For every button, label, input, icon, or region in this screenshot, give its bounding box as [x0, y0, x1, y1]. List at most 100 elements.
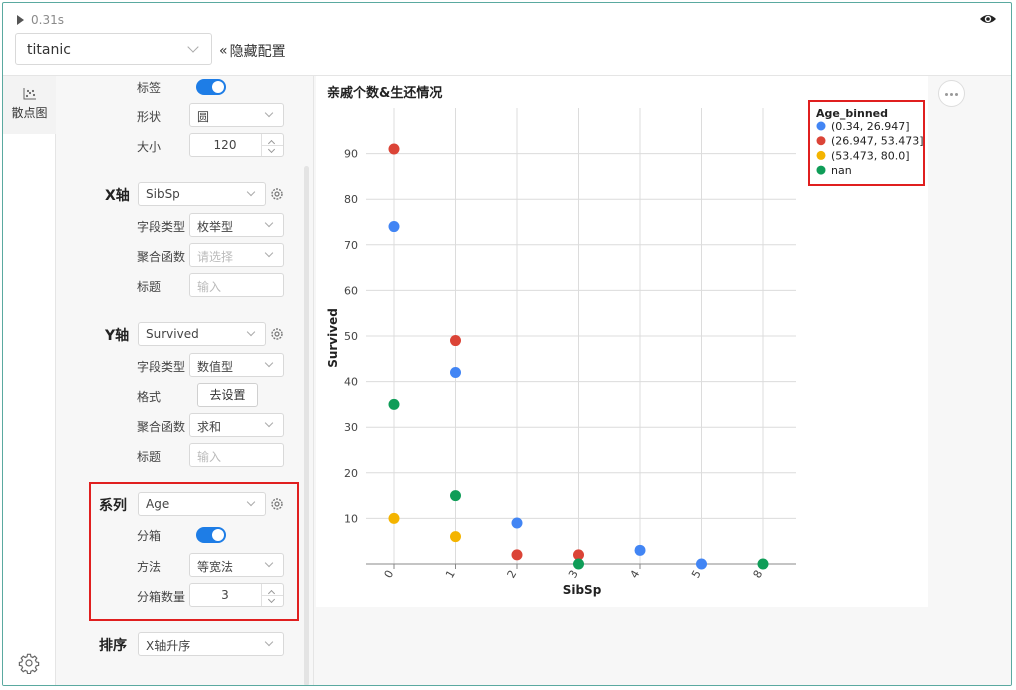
x-tick-label: 5: [689, 568, 704, 581]
series-field-value: Age: [146, 497, 170, 511]
legend-swatch: [816, 121, 826, 131]
chart-legend: Age_binned (0.34, 26.947] (26.947, 53.473…: [808, 100, 925, 186]
chevron-down-icon: [264, 637, 274, 647]
bin-method-select[interactable]: 等宽法: [189, 553, 284, 577]
bin-count-label: 分箱数量: [137, 590, 186, 604]
x-agg-placeholder: 请选择: [197, 250, 234, 264]
scatter-point[interactable]: [573, 558, 584, 570]
legend-item-label[interactable]: (53.473, 80.0]: [831, 149, 910, 162]
y-axis-ticks: 10 20 30 40 50 60 70 80 90: [344, 148, 358, 526]
scatter-point[interactable]: [511, 549, 523, 561]
x-axis-settings-icon[interactable]: [270, 187, 284, 201]
series-field-select[interactable]: Age: [138, 492, 266, 516]
scatter-point[interactable]: [511, 517, 523, 529]
scatter-point[interactable]: [388, 221, 400, 233]
x-title-input[interactable]: 输入: [189, 273, 284, 297]
y-agg-select[interactable]: 求和: [189, 413, 284, 437]
y-title-input[interactable]: 输入: [189, 443, 284, 467]
scatter-point[interactable]: [388, 512, 400, 524]
x-agg-select[interactable]: 请选择: [189, 243, 284, 267]
x-title-placeholder: 输入: [197, 280, 222, 294]
y-format-button[interactable]: 去设置: [197, 383, 258, 407]
chart-grid: [366, 108, 796, 565]
size-value[interactable]: 120: [190, 138, 260, 152]
size-spinner[interactable]: [261, 134, 283, 156]
x-axis-field-select[interactable]: SibSp: [138, 182, 266, 206]
x-field-type-select[interactable]: 枚举型: [189, 213, 284, 237]
eye-icon[interactable]: [979, 12, 997, 26]
series-settings-icon[interactable]: [270, 497, 284, 511]
scatter-point[interactable]: [450, 335, 461, 347]
binning-toggle[interactable]: [196, 527, 226, 543]
config-scrollbar[interactable]: [304, 166, 309, 685]
workspace: 散点图 标签 形状 圆 大小 120 X轴 SibSp 字段类型 枚举型 聚合函…: [3, 75, 1011, 685]
chevron-down-icon: [187, 41, 199, 53]
dataset-select[interactable]: titanic: [15, 33, 212, 65]
x-tick-label: 4: [628, 568, 643, 581]
scatter-point[interactable]: [634, 544, 646, 556]
legend-item-label[interactable]: (26.947, 53.473]: [831, 135, 924, 148]
y-field-type-select[interactable]: 数值型: [189, 353, 284, 377]
label-toggle[interactable]: [196, 79, 226, 95]
y-title-label: 标题: [137, 450, 162, 464]
play-icon[interactable]: [17, 15, 24, 25]
more-dot: [955, 93, 958, 96]
chevron-down-icon: [264, 218, 274, 228]
chart-type-tabs: 散点图: [3, 76, 56, 685]
bin-count-spinner[interactable]: [261, 584, 283, 606]
legend-item-label[interactable]: nan: [831, 164, 852, 177]
decrement-icon[interactable]: [267, 595, 276, 604]
scatter-point[interactable]: [757, 558, 769, 570]
decrement-icon[interactable]: [267, 145, 276, 154]
run-time: 0.31s: [31, 13, 64, 27]
legend-swatch: [816, 150, 826, 160]
scatter-point[interactable]: [388, 398, 400, 410]
chart-more-button[interactable]: [938, 80, 965, 107]
more-dot: [950, 93, 953, 96]
chart-card: 亲戚个数&生还情况 10 20 30 40 50 60 70 80 90 0 1 2 3 4 5 8 Sib…: [316, 76, 928, 607]
y-axis-settings-icon[interactable]: [270, 327, 284, 341]
y-axis-field-select[interactable]: Survived: [138, 322, 266, 346]
y-field-type-value: 数值型: [197, 360, 234, 374]
top-bar: 0.31s: [3, 3, 1011, 37]
chevron-down-icon: [246, 497, 256, 507]
x-title-label: 标题: [137, 280, 162, 294]
y-axis-field-value: Survived: [146, 327, 199, 341]
scatter-point[interactable]: [450, 366, 461, 378]
app-frame: 0.31s titanic « 隐藏配置 散点图 标签 形状 圆 大小 120 …: [2, 2, 1012, 686]
y-axis-label: Survived: [326, 308, 340, 368]
y-title-placeholder: 输入: [197, 450, 222, 464]
hide-config-toggle[interactable]: « 隐藏配置: [219, 41, 286, 61]
legend-swatch: [816, 136, 826, 146]
y-format-label: 格式: [137, 390, 162, 404]
scatter-chart-icon: [23, 88, 36, 100]
size-stepper[interactable]: 120: [189, 133, 284, 157]
size-label: 大小: [137, 140, 162, 154]
shape-select[interactable]: 圆: [189, 103, 284, 127]
y-tick-label: 50: [344, 330, 358, 343]
label-toggle-label: 标签: [137, 81, 162, 95]
shape-label: 形状: [137, 110, 162, 124]
binning-label: 分箱: [137, 529, 162, 543]
scatter-point[interactable]: [450, 531, 461, 543]
y-agg-label: 聚合函数: [137, 420, 186, 434]
tab-scatter[interactable]: 散点图: [3, 76, 56, 134]
chevron-down-icon: [264, 418, 274, 428]
bin-method-value: 等宽法: [197, 560, 234, 574]
bin-count-stepper[interactable]: 3: [189, 583, 284, 607]
sort-value: X轴升序: [146, 639, 191, 653]
x-axis-ticks: 0 1 2 3 4 5 8: [382, 564, 765, 581]
scatter-point[interactable]: [450, 490, 461, 502]
bin-count-value[interactable]: 3: [190, 588, 260, 602]
more-dot: [945, 93, 948, 96]
sort-select[interactable]: X轴升序: [138, 632, 284, 656]
settings-gear-icon[interactable]: [18, 652, 40, 674]
bin-method-label: 方法: [137, 560, 162, 574]
scatter-point[interactable]: [696, 558, 707, 570]
scatter-point[interactable]: [388, 143, 400, 155]
chevron-down-icon: [264, 558, 274, 568]
y-agg-value: 求和: [197, 420, 222, 434]
legend-item-label[interactable]: (0.34, 26.947]: [831, 120, 910, 133]
x-axis-label: SibSp: [563, 583, 602, 597]
run-status[interactable]: 0.31s: [17, 13, 64, 27]
